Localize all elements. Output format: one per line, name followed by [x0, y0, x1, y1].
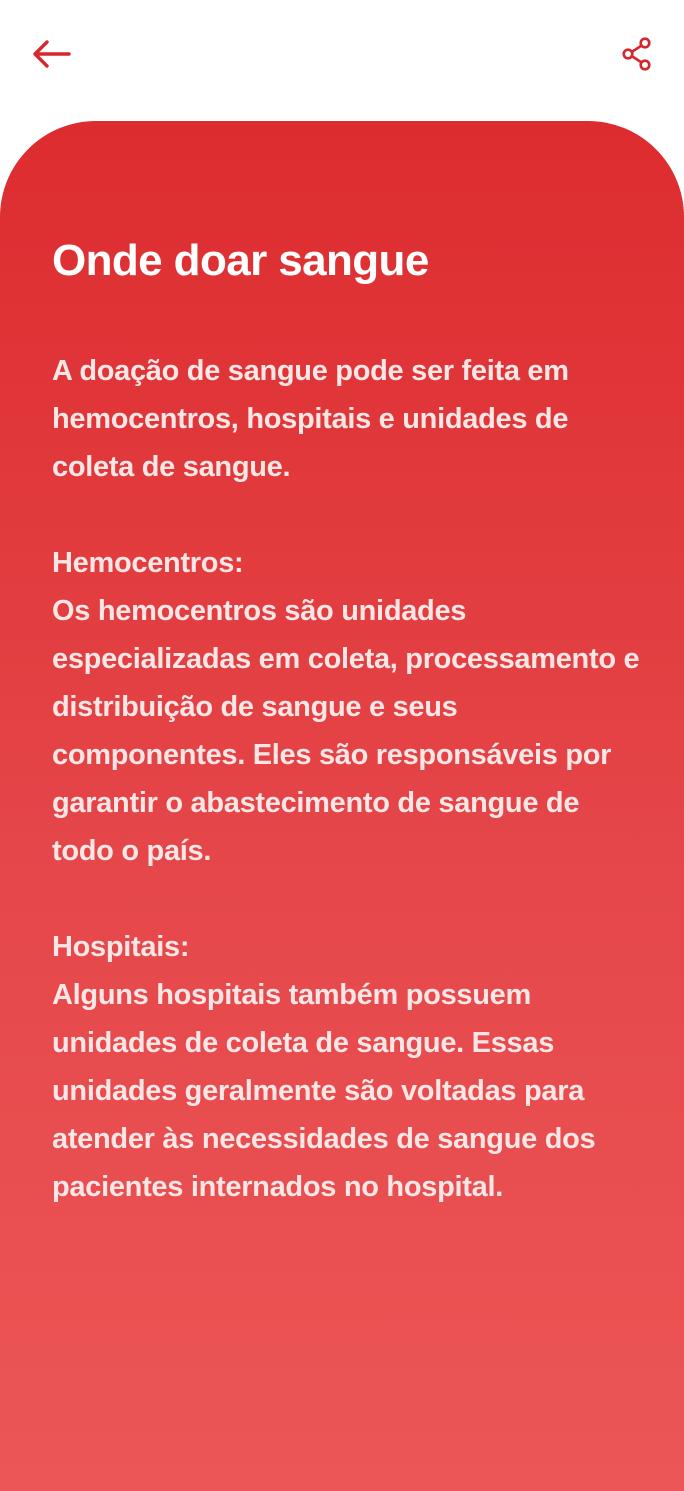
share-icon	[622, 37, 651, 71]
section-heading-hospitais: Hospitais:	[52, 931, 190, 963]
top-bar	[0, 0, 684, 110]
intro-paragraph: A doação de sangue pode ser feita em hem…	[52, 355, 569, 483]
info-card: Onde doar sangue A doação de sangue pode…	[0, 121, 684, 1491]
section-body-hospitais: Alguns hospitais também possuem unidades…	[52, 979, 596, 1203]
section-heading-hemocentros: Hemocentros:	[52, 547, 244, 579]
back-button[interactable]	[26, 32, 76, 76]
page-title: Onde doar sangue	[52, 236, 429, 285]
section-body-hemocentros: Os hemocentros são unidades especializad…	[52, 595, 640, 867]
screen: Onde doar sangue A doação de sangue pode…	[0, 0, 684, 1491]
article-content: A doação de sangue pode ser feita em hem…	[52, 347, 644, 1211]
arrow-left-icon	[33, 40, 71, 68]
share-button[interactable]	[614, 32, 660, 76]
